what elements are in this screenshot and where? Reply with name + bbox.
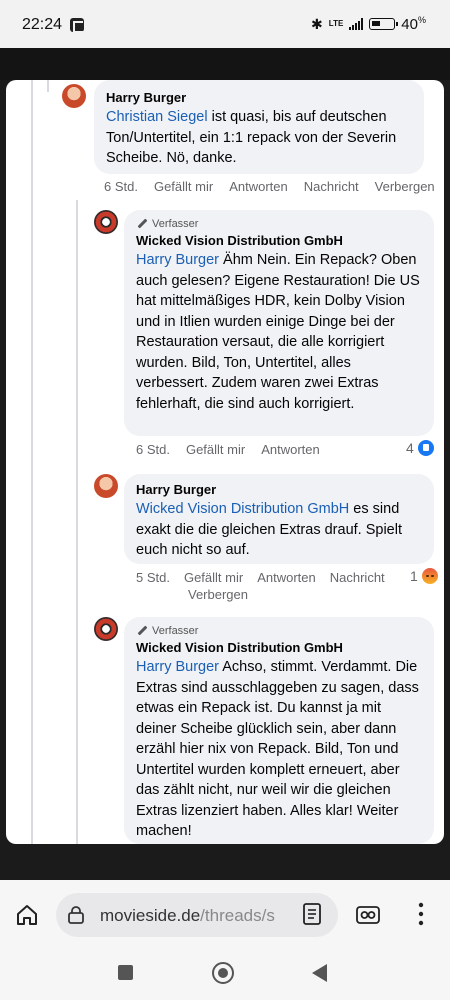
avatar[interactable] <box>62 84 86 108</box>
lte-indicator: LTE <box>328 19 344 28</box>
like-icon <box>417 440 434 456</box>
avatar[interactable] <box>94 474 118 498</box>
comment-bubble: Harry Burger Christian Siegel ist quasi,… <box>94 80 424 174</box>
mention-link[interactable]: Wicked Vision Distribution GmbH <box>136 501 349 517</box>
browser-toolbar: movieside.de/threads/s <box>0 880 450 950</box>
home-icon[interactable] <box>16 904 38 926</box>
like-button[interactable]: Gefällt mir <box>184 570 243 585</box>
top-band <box>0 48 450 80</box>
status-bar: 22:24 ✱ LTE 40% <box>0 0 450 48</box>
reply-button[interactable]: Antworten <box>261 442 320 457</box>
bluetooth-icon: ✱ <box>311 15 323 32</box>
comment-text: Christian Siegel ist quasi, bis auf deut… <box>106 109 397 166</box>
pen-icon <box>136 625 148 637</box>
url-text: movieside.de/threads/s <box>100 906 275 926</box>
comment-actions: 5 Std. Gefällt mir Antworten Nachricht <box>136 570 385 585</box>
comment-text: Wicked Vision Distribution GmbH es sind … <box>136 501 402 558</box>
comment-time: 6 Std. <box>104 179 138 194</box>
like-button[interactable]: Gefällt mir <box>154 179 213 194</box>
comment-author[interactable]: Wicked Vision Distribution GmbH <box>136 640 422 655</box>
comment-actions: 6 Std. Gefällt mir Antworten <box>136 442 320 457</box>
angry-icon <box>421 568 438 584</box>
mention-link[interactable]: Christian Siegel <box>106 109 208 125</box>
like-button[interactable]: Gefällt mir <box>186 442 245 457</box>
reader-mode-icon[interactable] <box>303 903 321 925</box>
reaction-summary[interactable]: 1 <box>410 568 438 584</box>
tabs-icon[interactable] <box>356 906 380 924</box>
url-path: /threads/s <box>200 906 275 925</box>
avatar[interactable] <box>94 617 118 641</box>
comment-author[interactable]: Wicked Vision Distribution GmbH <box>136 233 422 248</box>
reply-button[interactable]: Antworten <box>257 570 316 585</box>
comment-time: 5 Std. <box>136 570 170 585</box>
address-bar[interactable]: movieside.de/threads/s <box>56 893 338 937</box>
signal-icon <box>349 18 364 30</box>
notification-app-icon <box>70 18 84 33</box>
comment-author[interactable]: Harry Burger <box>136 482 422 497</box>
message-button[interactable]: Nachricht <box>330 570 385 585</box>
reaction-summary[interactable]: 4 <box>406 440 434 456</box>
url-host: movieside.de <box>100 906 201 925</box>
hide-button[interactable]: Verbergen <box>188 587 248 602</box>
comment-text: Harry Burger Ähm Nein. Ein Repack? Oben … <box>136 252 420 412</box>
reply-button[interactable]: Antworten <box>229 179 288 194</box>
comment-text: Harry Burger Achso, stimmt. Verdammt. Di… <box>136 659 419 839</box>
status-icons: ✱ LTE 40% <box>311 15 426 33</box>
pen-icon <box>136 218 148 230</box>
back-button[interactable] <box>312 964 327 982</box>
recents-button[interactable] <box>118 965 133 980</box>
comment-thread[interactable]: Harry Burger Christian Siegel ist quasi,… <box>6 80 444 844</box>
author-badge: Verfasser <box>136 218 422 230</box>
reaction-count: 1 <box>410 568 418 584</box>
comment-bubble: Verfasser Wicked Vision Distribution Gmb… <box>124 617 434 844</box>
mention-link[interactable]: Harry Burger <box>136 659 219 675</box>
comment-actions: 6 Std. Gefällt mir Antworten Nachricht V… <box>104 179 435 194</box>
comment-author[interactable]: Harry Burger <box>106 90 412 105</box>
thread-line <box>47 80 49 92</box>
avatar[interactable] <box>94 210 118 234</box>
clock: 22:24 <box>22 16 63 33</box>
comment-time: 6 Std. <box>136 442 170 457</box>
author-badge: Verfasser <box>136 625 422 637</box>
mention-link[interactable]: Harry Burger <box>136 252 219 268</box>
home-button[interactable] <box>212 962 234 984</box>
comment-bubble: Verfasser Wicked Vision Distribution Gmb… <box>124 210 434 436</box>
hide-button[interactable]: Verbergen <box>375 179 435 194</box>
message-button[interactable]: Nachricht <box>304 179 359 194</box>
thread-line <box>76 200 78 844</box>
comment-bubble: Harry Burger Wicked Vision Distribution … <box>124 474 434 564</box>
lock-icon <box>68 906 84 924</box>
more-options-icon[interactable] <box>418 902 424 926</box>
battery-icon <box>369 18 399 30</box>
system-nav-bar <box>0 950 450 1000</box>
comment-actions-wrap: Verbergen <box>188 587 248 602</box>
thread-line <box>31 80 33 844</box>
reaction-count: 4 <box>406 440 414 456</box>
battery-percent: 40% <box>401 15 426 33</box>
